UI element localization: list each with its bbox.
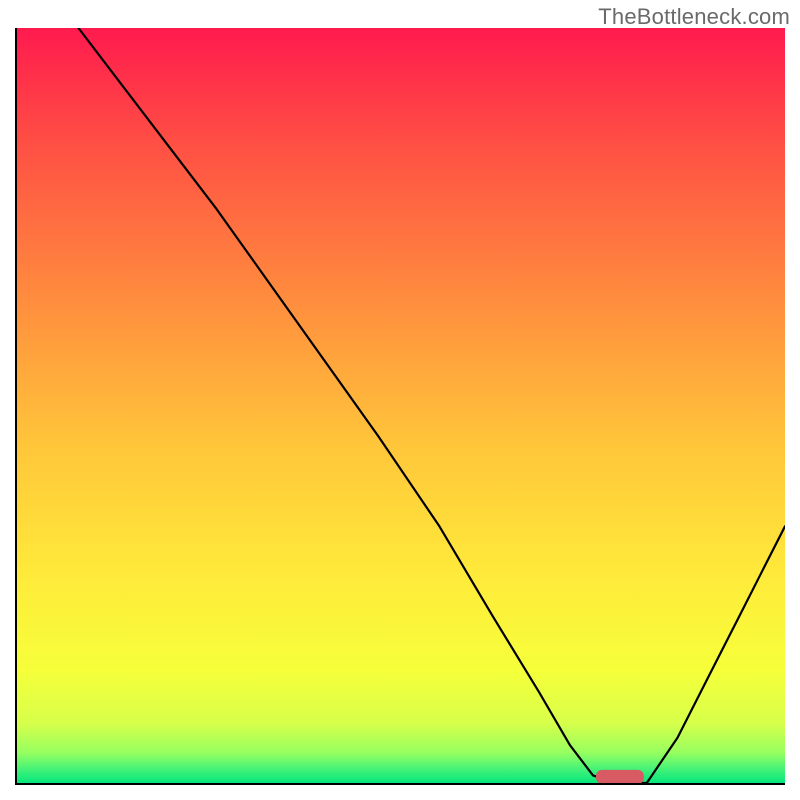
optimal-marker: [596, 770, 644, 783]
plot-area: [15, 28, 785, 785]
gradient-background: [17, 28, 785, 783]
watermark-text: TheBottleneck.com: [598, 4, 790, 30]
chart-frame: TheBottleneck.com: [0, 0, 800, 800]
plot-svg: [17, 28, 785, 783]
